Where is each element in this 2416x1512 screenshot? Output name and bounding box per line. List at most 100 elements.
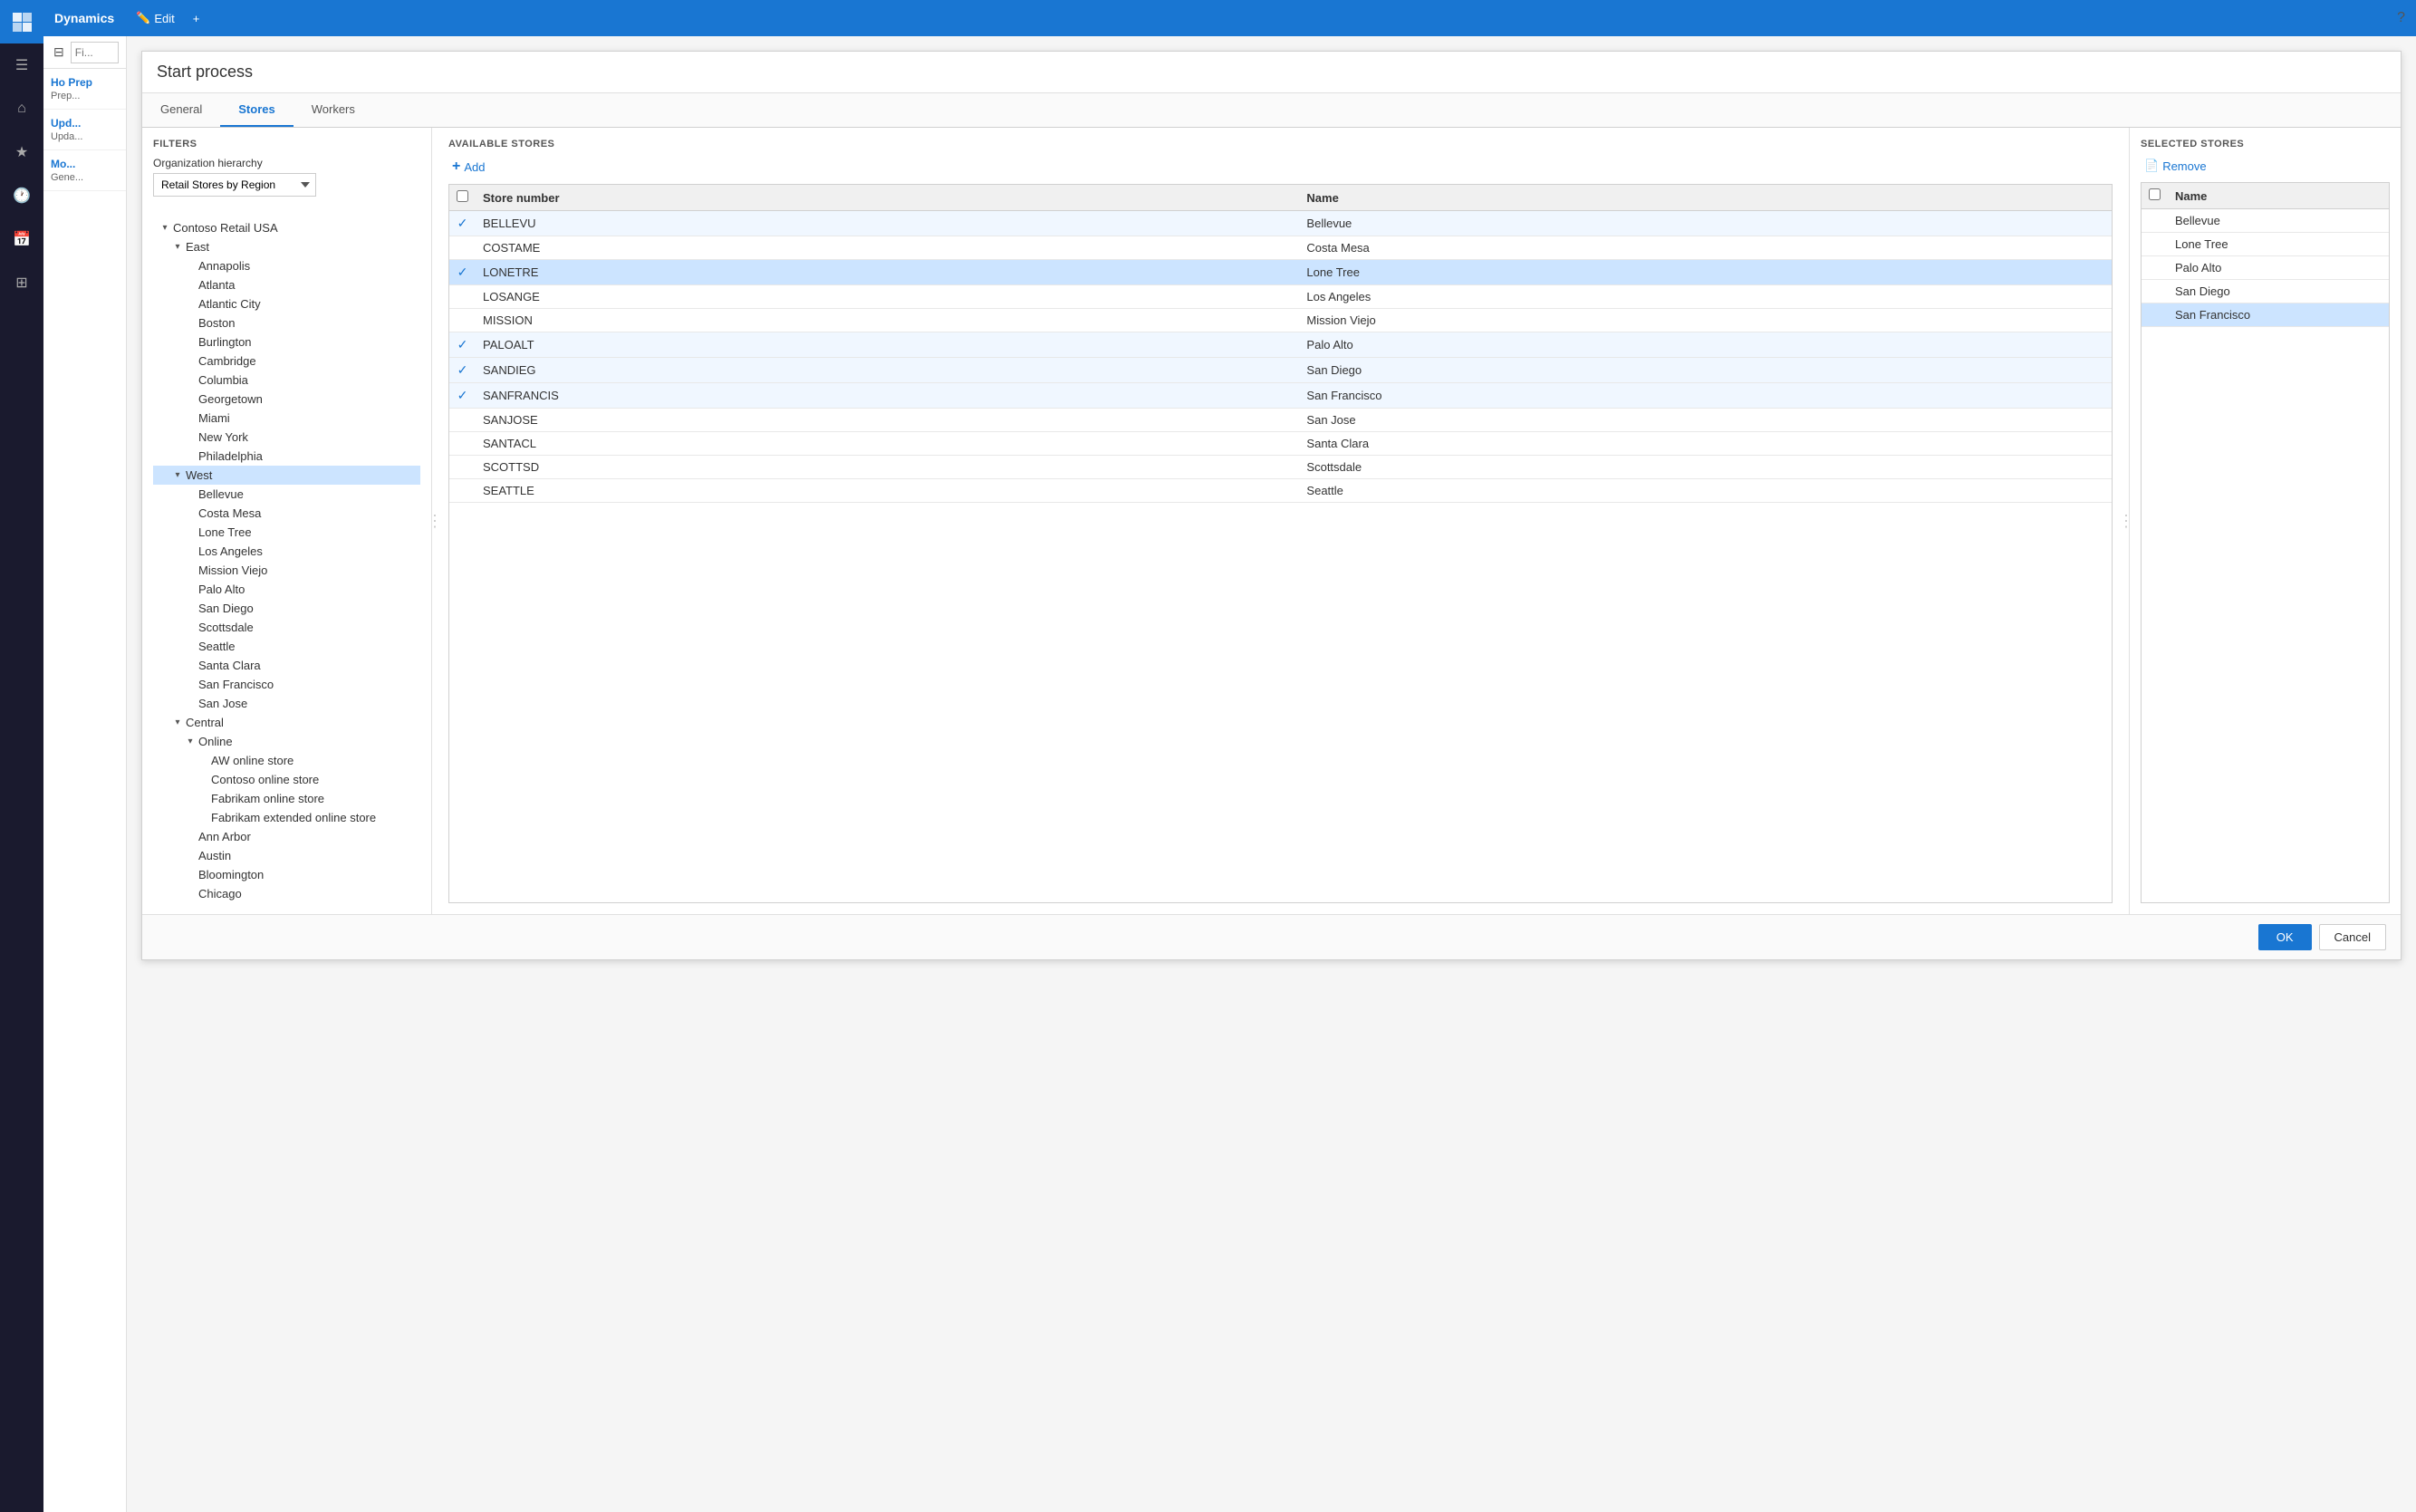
table-row[interactable]: SCOTTSDScottsdale — [449, 456, 2112, 479]
tree-toggle-icon — [184, 488, 197, 501]
table-row[interactable]: ✓LONETRELone Tree — [449, 260, 2112, 285]
main-area: Start process General Stores Workers FIL… — [127, 36, 2416, 1512]
table-row[interactable]: SANJOSESan Jose — [449, 409, 2112, 432]
tree-item-los-angeles[interactable]: Los Angeles — [153, 542, 420, 561]
nav-favorites-icon[interactable]: ★ — [0, 130, 43, 174]
nav-recent-icon[interactable]: 🕐 — [0, 174, 43, 217]
remove-button[interactable]: 📄 Remove — [2141, 157, 2390, 175]
table-row[interactable]: ✓PALOALTPalo Alto — [449, 332, 2112, 358]
content-area: ⊟ Ho Prep Prep... Upd... Upda... Mo... G… — [43, 36, 2416, 1512]
add-button[interactable]: + — [186, 7, 207, 29]
row-check-cell: ✓ — [449, 358, 476, 383]
tree-toggle-icon[interactable]: ▾ — [184, 736, 197, 748]
tree-item-atlanta[interactable]: Atlanta — [153, 275, 420, 294]
tree-item-mission-viejo[interactable]: Mission Viejo — [153, 561, 420, 580]
tree-label: San Diego — [198, 602, 254, 615]
table-row[interactable]: ✓SANDIEGSan Diego — [449, 358, 2112, 383]
available-stores-pane: AVAILABLE STORES + Add — [438, 128, 2123, 914]
tree-item-burlington[interactable]: Burlington — [153, 332, 420, 352]
row-check-cell — [2142, 303, 2168, 327]
tree-item-santa-clara[interactable]: Santa Clara — [153, 656, 420, 675]
edit-button[interactable]: ✏️ Edit — [129, 7, 182, 29]
tree-item-fabrikam-online[interactable]: Fabrikam online store — [153, 789, 420, 808]
tree-item-fabrikam-extended[interactable]: Fabrikam extended online store — [153, 808, 420, 827]
table-row[interactable]: San Diego — [2142, 280, 2389, 303]
tree-item-ann-arbor[interactable]: Ann Arbor — [153, 827, 420, 846]
nav-modules-icon[interactable]: ⊞ — [0, 261, 43, 304]
tree-item-georgetown[interactable]: Georgetown — [153, 390, 420, 409]
list-item[interactable]: Upd... Upda... — [43, 110, 126, 150]
table-row[interactable]: Palo Alto — [2142, 256, 2389, 280]
tree-item-miami[interactable]: Miami — [153, 409, 420, 428]
tree-label: Lone Tree — [198, 525, 252, 539]
tree-item-bloomington[interactable]: Bloomington — [153, 865, 420, 884]
table-row[interactable]: ✓BELLEVUBellevue — [449, 211, 2112, 236]
store-name-cell: Palo Alto — [1299, 332, 2112, 358]
tab-stores[interactable]: Stores — [220, 93, 293, 127]
tree-item-bellevue[interactable]: Bellevue — [153, 485, 420, 504]
app-logo[interactable] — [0, 0, 43, 43]
tree-toggle-icon[interactable]: ▾ — [171, 469, 184, 482]
tree-label: Ann Arbor — [198, 830, 251, 843]
tree-label: Austin — [198, 849, 231, 862]
tree-item-lone-tree[interactable]: Lone Tree — [153, 523, 420, 542]
help-icon[interactable]: ? — [2397, 10, 2405, 26]
tree-item-central[interactable]: ▾Central — [153, 713, 420, 732]
tree-label: Costa Mesa — [198, 506, 261, 520]
table-row[interactable]: MISSIONMission Viejo — [449, 309, 2112, 332]
tree-item-online[interactable]: ▾Online — [153, 732, 420, 751]
list-item[interactable]: Ho Prep Prep... — [43, 69, 126, 110]
tree-item-atlantic-city[interactable]: Atlantic City — [153, 294, 420, 313]
tree-item-west[interactable]: ▾West — [153, 466, 420, 485]
tree-label: San Jose — [198, 697, 247, 710]
nav-calendar-icon[interactable]: 📅 — [0, 217, 43, 261]
nav-menu-icon[interactable]: ☰ — [0, 43, 43, 87]
table-row[interactable]: ✓SANFRANCISSan Francisco — [449, 383, 2112, 409]
tree-item-palo-alto[interactable]: Palo Alto — [153, 580, 420, 599]
table-row[interactable]: LOSANGELos Angeles — [449, 285, 2112, 309]
table-row[interactable]: SANTACLSanta Clara — [449, 432, 2112, 456]
nav-home-icon[interactable]: ⌂ — [0, 87, 43, 130]
ok-button[interactable]: OK — [2258, 924, 2312, 950]
tree-item-aw-online[interactable]: AW online store — [153, 751, 420, 770]
tree-item-philadelphia[interactable]: Philadelphia — [153, 447, 420, 466]
list-item[interactable]: Mo... Gene... — [43, 150, 126, 191]
tree-item-contoso[interactable]: ▾Contoso Retail USA — [153, 218, 420, 237]
tree-item-seattle[interactable]: Seattle — [153, 637, 420, 656]
cancel-button[interactable]: Cancel — [2319, 924, 2386, 950]
tree-item-new-york[interactable]: New York — [153, 428, 420, 447]
table-row[interactable]: Bellevue — [2142, 209, 2389, 233]
table-row[interactable]: San Francisco — [2142, 303, 2389, 327]
tree-toggle-icon[interactable]: ▾ — [171, 241, 184, 254]
tree-toggle-icon — [184, 298, 197, 311]
tree-item-cambridge[interactable]: Cambridge — [153, 352, 420, 371]
table-row[interactable]: Lone Tree — [2142, 233, 2389, 256]
tab-workers[interactable]: Workers — [294, 93, 373, 127]
tree-item-costa-mesa[interactable]: Costa Mesa — [153, 504, 420, 523]
tree-item-scottsdale[interactable]: Scottsdale — [153, 618, 420, 637]
process-item-title: Ho Prep — [51, 76, 119, 89]
tree-item-austin[interactable]: Austin — [153, 846, 420, 865]
select-all-selected-checkbox[interactable] — [2149, 188, 2161, 200]
tree-item-san-francisco[interactable]: San Francisco — [153, 675, 420, 694]
org-hierarchy-select[interactable]: Retail Stores by Region — [153, 173, 316, 197]
tree-toggle-icon — [184, 888, 197, 900]
table-row[interactable]: SEATTLESeattle — [449, 479, 2112, 503]
tree-item-annapolis[interactable]: Annapolis — [153, 256, 420, 275]
tree-item-contoso-online[interactable]: Contoso online store — [153, 770, 420, 789]
add-stores-button[interactable]: + Add — [448, 157, 488, 177]
tree-item-boston[interactable]: Boston — [153, 313, 420, 332]
tree-toggle-icon[interactable]: ▾ — [171, 717, 184, 729]
tree-item-columbia[interactable]: Columbia — [153, 371, 420, 390]
tree-toggle-icon[interactable]: ▾ — [159, 222, 171, 235]
tree-item-san-diego[interactable]: San Diego — [153, 599, 420, 618]
tab-general[interactable]: General — [142, 93, 220, 127]
filter-button[interactable]: ⊟ — [51, 42, 67, 63]
table-row[interactable]: COSTAMECosta Mesa — [449, 236, 2112, 260]
tree-item-east[interactable]: ▾East — [153, 237, 420, 256]
select-all-checkbox[interactable] — [457, 190, 468, 202]
tree-item-san-jose[interactable]: San Jose — [153, 694, 420, 713]
search-input[interactable] — [71, 42, 119, 63]
tree-item-chicago[interactable]: Chicago — [153, 884, 420, 903]
tree-toggle-icon — [184, 640, 197, 653]
